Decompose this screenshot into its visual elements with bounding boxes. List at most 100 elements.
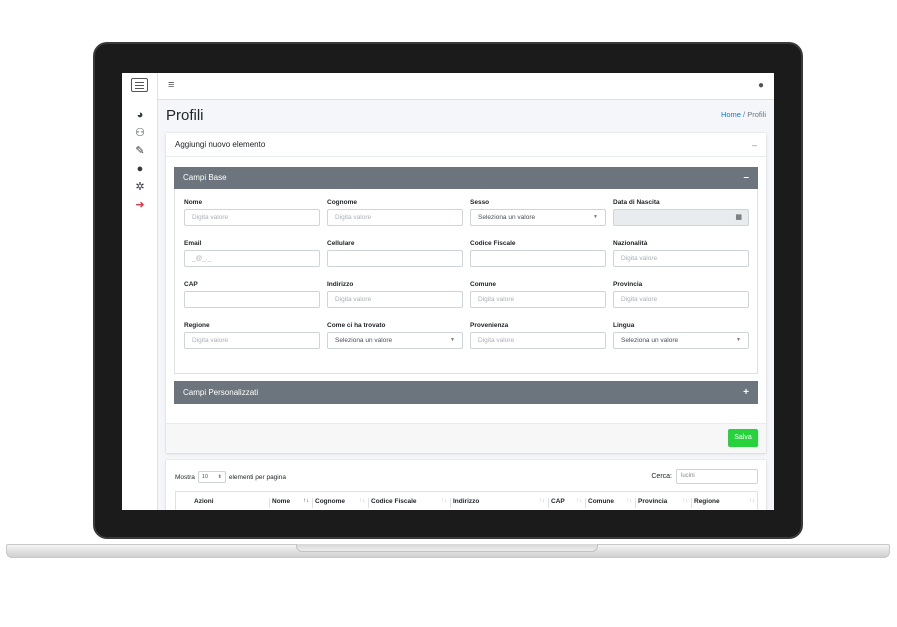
sort-updown-icon: ⬍ xyxy=(217,474,222,480)
column-label: Comune xyxy=(588,498,614,505)
input-placeholder: Digita valore xyxy=(621,255,658,262)
input-placeholder: Digita valore xyxy=(335,296,372,303)
cognome-input[interactable]: Digita valore xyxy=(327,209,463,226)
table-header: Azioni Nome ↑↓ Cognome ↑↓ Codice Fiscale ↑↓ Ind… xyxy=(175,491,758,510)
breadcrumb-home-link[interactable]: Home xyxy=(721,110,741,119)
brand-logo-icon[interactable] xyxy=(131,78,148,92)
field-label: Regione xyxy=(184,322,210,329)
column-label: Indirizzo xyxy=(453,498,480,505)
input-placeholder: Digita valore xyxy=(335,214,372,221)
field-come-ci-ha-trovato: Come ci ha trovato Seleziona un valore ▼ xyxy=(327,322,463,349)
lingua-select[interactable]: Seleziona un valore ▼ xyxy=(613,332,749,349)
field-cellulare: Cellulare xyxy=(327,240,463,267)
hamburger-icon[interactable]: ≡ xyxy=(168,79,174,91)
field-label: Data di Nascita xyxy=(613,199,660,206)
chart-pie-icon[interactable]: ◕ xyxy=(132,107,148,123)
field-comune: Comune Digita valore xyxy=(470,281,606,308)
field-label: Lingua xyxy=(613,322,635,329)
edit-icon[interactable]: ✎ xyxy=(132,143,148,159)
column-header-codice-fiscale[interactable]: Codice Fiscale ↑↓ xyxy=(369,498,451,508)
field-cognome: Cognome Digita valore xyxy=(327,199,463,226)
section-campi-personalizzati-header[interactable]: Campi Personalizzati + xyxy=(174,381,758,404)
column-header-azioni[interactable]: Azioni xyxy=(186,498,270,508)
field-email: Email _@_._ xyxy=(184,240,320,267)
data-di-nascita-input[interactable]: ▦ xyxy=(613,209,749,226)
field-data-di-nascita: Data di Nascita ▦ xyxy=(613,199,749,226)
select-value: Seleziona un valore xyxy=(335,337,393,344)
column-header-comune[interactable]: Comune ↑↓ xyxy=(586,498,636,508)
column-label: Nome xyxy=(272,498,291,505)
comments-icon[interactable]: ● xyxy=(132,161,148,177)
cap-input[interactable] xyxy=(184,291,320,308)
cellulare-input[interactable] xyxy=(327,250,463,267)
collapse-card-button[interactable]: – xyxy=(752,133,757,157)
input-placeholder: Digita valore xyxy=(478,296,515,303)
laptop-notch xyxy=(296,544,598,552)
expand-section-button[interactable]: + xyxy=(743,381,749,404)
users-icon[interactable]: ⚇ xyxy=(132,125,148,141)
field-label: Email xyxy=(184,240,202,247)
column-header-provincia[interactable]: Provincia ↑↓ xyxy=(636,498,692,508)
search-input[interactable]: lucini xyxy=(676,469,758,484)
input-placeholder: Digita valore xyxy=(621,296,658,303)
regione-input[interactable]: Digita valore xyxy=(184,332,320,349)
field-label: Nazionalità xyxy=(613,240,648,247)
field-label: Nome xyxy=(184,199,203,206)
select-value: Seleziona un valore xyxy=(478,214,536,221)
table-search: Cerca: lucini xyxy=(651,469,758,484)
collapse-section-button[interactable]: – xyxy=(743,167,749,189)
page-length-control: Mostra 10 ⬍ elementi per pagina xyxy=(175,471,286,483)
save-button[interactable]: Salva xyxy=(728,429,758,447)
field-label: Sesso xyxy=(470,199,490,206)
chevron-down-icon: ▼ xyxy=(593,214,598,220)
column-label: Regione xyxy=(694,498,720,505)
column-header-cognome[interactable]: Cognome ↑↓ xyxy=(313,498,369,508)
card-header: Aggiungi nuovo elemento – xyxy=(166,133,766,157)
input-placeholder: Digita valore xyxy=(192,214,229,221)
field-nome: Nome Digita valore xyxy=(184,199,320,226)
codice-fiscale-input[interactable] xyxy=(470,250,606,267)
column-header-indirizzo[interactable]: Indirizzo ↑↓ xyxy=(451,498,549,508)
page-length-select[interactable]: 10 ⬍ xyxy=(197,471,226,483)
breadcrumb: Home / Profili xyxy=(721,110,766,119)
field-label: Provenienza xyxy=(470,322,509,329)
search-label: Cerca: xyxy=(651,473,672,480)
card-title: Aggiungi nuovo elemento xyxy=(175,140,266,149)
comune-input[interactable]: Digita valore xyxy=(470,291,606,308)
column-header-cap[interactable]: CAP ↑↓ xyxy=(549,498,586,508)
indirizzo-input[interactable]: Digita valore xyxy=(327,291,463,308)
come-ci-ha-trovato-select[interactable]: Seleziona un valore ▼ xyxy=(327,332,463,349)
app-screen: ◕ ⚇ ✎ ● ✲ ➜ ≡ ● Profili Home / Profili A… xyxy=(122,73,774,510)
cog-icon[interactable]: ✲ xyxy=(132,179,148,195)
sidebar: ◕ ⚇ ✎ ● ✲ ➜ xyxy=(122,73,158,510)
sesso-select[interactable]: Seleziona un valore ▼ xyxy=(470,209,606,226)
column-header-nome[interactable]: Nome ↑↓ xyxy=(270,498,313,508)
field-label: Indirizzo xyxy=(327,281,354,288)
sort-icon: ↑↓ xyxy=(303,498,309,504)
profiles-table-card: Mostra 10 ⬍ elementi per pagina Cerca: l… xyxy=(166,460,766,510)
field-label: Codice Fiscale xyxy=(470,240,516,247)
chevron-down-icon: ▼ xyxy=(736,337,741,343)
column-label: Azioni xyxy=(194,498,214,505)
column-header-regione[interactable]: Regione ↑↓ xyxy=(692,498,758,508)
page-length-value: 10 xyxy=(201,474,208,480)
calendar-icon[interactable]: ▦ xyxy=(735,210,742,225)
sort-icon: ↑↓ xyxy=(441,498,447,504)
section-title: Campi Base xyxy=(183,173,227,182)
email-input[interactable]: _@_._ xyxy=(184,250,320,267)
section-campi-base-header[interactable]: Campi Base – xyxy=(174,167,758,189)
section-campi-base: Campi Base – Nome Digita valore Cognome Dig… xyxy=(174,167,758,374)
column-label: CAP xyxy=(551,498,565,505)
comments-icon[interactable]: ● xyxy=(758,80,764,91)
nome-input[interactable]: Digita valore xyxy=(184,209,320,226)
sign-out-icon[interactable]: ➜ xyxy=(132,197,148,213)
chevron-down-icon: ▼ xyxy=(450,337,455,343)
provincia-input[interactable]: Digita valore xyxy=(613,291,749,308)
field-label: CAP xyxy=(184,281,198,288)
field-sesso: Sesso Seleziona un valore ▼ xyxy=(470,199,606,226)
field-provincia: Provincia Digita valore xyxy=(613,281,749,308)
nazionalità-input[interactable]: Digita valore xyxy=(613,250,749,267)
section-campi-base-body: Nome Digita valore Cognome Digita valore Ses… xyxy=(174,189,758,374)
section-title: Campi Personalizzati xyxy=(183,388,259,397)
provenienza-input[interactable]: Digita valore xyxy=(470,332,606,349)
